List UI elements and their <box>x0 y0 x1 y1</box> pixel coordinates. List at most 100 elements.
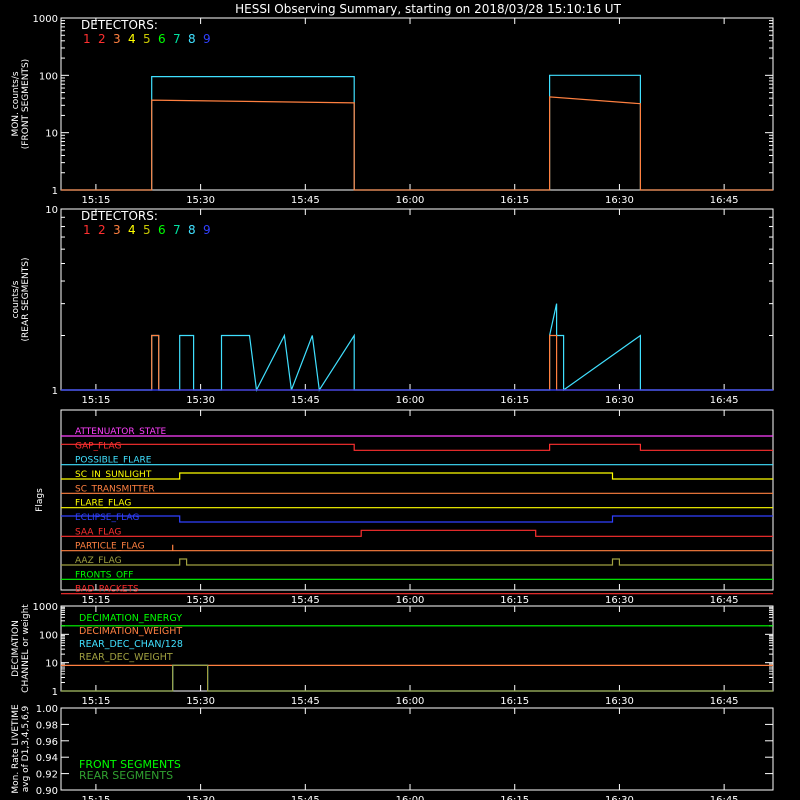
flag-line <box>61 529 773 537</box>
flag-label: FRONTS_OFF <box>75 570 133 580</box>
rear-panel-frame <box>60 208 774 391</box>
x-tick-label: 16:30 <box>605 195 634 206</box>
x-tick-label: 16:00 <box>396 795 425 800</box>
flag-label: ECLIPSE_FLAG <box>75 513 139 523</box>
series-line <box>61 664 773 692</box>
detector-number-5: 5 <box>143 223 151 237</box>
front-panel-frame <box>60 17 774 191</box>
y-tick-label: 100 <box>39 630 58 641</box>
detectors-label: DETECTORS: <box>81 18 158 32</box>
detector-number-8: 8 <box>188 223 196 237</box>
x-tick-label: 16:30 <box>605 696 634 707</box>
x-tick-label: 16:15 <box>500 795 529 800</box>
flags-panel-frame <box>60 409 774 591</box>
flag-label: SC_IN_SUNLIGHT <box>75 470 152 480</box>
flag-line <box>61 544 773 552</box>
x-tick-label: 15:30 <box>186 595 215 606</box>
y-tick-label: 0.96 <box>36 737 58 748</box>
detector-number-9: 9 <box>203 223 211 237</box>
series-line <box>61 74 773 191</box>
x-tick-label: 15:30 <box>186 195 215 206</box>
y-tick-label: 0.90 <box>36 786 58 797</box>
y-tick-label: 1 <box>52 687 58 698</box>
x-tick-label: 16:30 <box>605 795 634 800</box>
y-axis-label: avg of D1,3,4,5,6,9 <box>21 705 31 792</box>
x-tick-label: 16:45 <box>710 795 739 800</box>
x-tick-label: 15:45 <box>291 395 320 406</box>
y-axis-label: Flags <box>35 488 45 512</box>
y-axis-label: Mon. Rate LIVETIME <box>11 704 21 794</box>
flag-label: BAD_PACKETS <box>75 585 139 595</box>
y-tick-label: 1 <box>52 186 58 197</box>
flag-label: AAZ_FLAG <box>75 556 122 566</box>
y-axis-label: (REAR SEGMENTS) <box>21 257 31 341</box>
x-tick-label: 15:45 <box>291 795 320 800</box>
decimation-legend-entry: DECIMATION_ENERGY <box>79 613 182 624</box>
flag-label: PARTICLE_FLAG <box>75 542 145 552</box>
flag-label: GAP_FLAG <box>75 441 121 451</box>
detector-number-4: 4 <box>128 32 136 46</box>
y-tick-label: 1 <box>52 386 58 397</box>
y-tick-label: 100 <box>39 71 58 82</box>
x-tick-label: 15:15 <box>81 795 110 800</box>
y-tick-label: 10 <box>45 659 58 670</box>
x-tick-label: 16:45 <box>710 195 739 206</box>
detector-number-4: 4 <box>128 223 136 237</box>
y-axis-label: (FRONT SEGMENTS) <box>21 59 31 149</box>
x-tick-label: 16:30 <box>605 595 634 606</box>
flag-label: ATTENUATOR_STATE <box>75 427 167 437</box>
x-tick-label: 16:00 <box>396 696 425 707</box>
y-tick-label: 1.00 <box>36 704 58 715</box>
flag-line <box>61 472 773 480</box>
x-tick-label: 15:30 <box>186 696 215 707</box>
observing-summary-figure: HESSI Observing Summary, starting on 201… <box>11 2 774 800</box>
x-tick-label: 15:45 <box>291 195 320 206</box>
x-tick-label: 15:45 <box>291 696 320 707</box>
x-tick-label: 15:45 <box>291 595 320 606</box>
detectors-label: DETECTORS: <box>81 209 158 223</box>
detector-number-6: 6 <box>158 32 166 46</box>
x-tick-label: 16:00 <box>396 395 425 406</box>
detector-number-2: 2 <box>98 32 106 46</box>
decimation-legend-entry: DECIMATION_WEIGHT <box>79 626 182 637</box>
x-tick-label: 16:30 <box>605 395 634 406</box>
y-tick-label: 0.98 <box>36 720 58 731</box>
detector-number-7: 7 <box>173 223 181 237</box>
y-tick-label: 0.92 <box>36 770 58 781</box>
x-tick-label: 16:15 <box>500 195 529 206</box>
x-tick-label: 16:45 <box>710 696 739 707</box>
y-axis-label: MON. counts/s <box>11 71 21 136</box>
decimation-legend-entry: REAR_DEC_CHAN/128 <box>79 639 183 650</box>
x-tick-label: 15:15 <box>81 195 110 206</box>
flag-label: SC_TRANSMITTER <box>75 484 155 494</box>
series-line <box>61 96 773 191</box>
x-tick-label: 15:30 <box>186 395 215 406</box>
detector-number-1: 1 <box>83 32 91 46</box>
x-tick-label: 16:15 <box>500 696 529 707</box>
figure-title: HESSI Observing Summary, starting on 201… <box>235 2 621 16</box>
x-tick-label: 15:15 <box>81 395 110 406</box>
detector-number-1: 1 <box>83 223 91 237</box>
y-tick-label: 0.94 <box>36 753 58 764</box>
detector-number-5: 5 <box>143 32 151 46</box>
flag-label: SAA_FLAG <box>75 527 121 537</box>
x-tick-label: 16:00 <box>396 195 425 206</box>
y-axis-label: CHANNEL or weight <box>21 604 31 693</box>
y-tick-label: 1000 <box>33 602 58 613</box>
x-tick-label: 16:45 <box>710 395 739 406</box>
x-tick-label: 16:15 <box>500 395 529 406</box>
detector-number-2: 2 <box>98 223 106 237</box>
detector-number-3: 3 <box>113 223 121 237</box>
x-tick-label: 15:15 <box>81 696 110 707</box>
series-line <box>61 334 773 391</box>
y-tick-label: 1000 <box>33 14 58 25</box>
y-axis-label: DECIMATION <box>11 620 21 677</box>
flag-line <box>61 443 773 451</box>
flag-label: POSSIBLE_FLARE <box>75 456 152 466</box>
flag-line <box>61 515 773 523</box>
flag-line <box>61 558 773 566</box>
detector-number-3: 3 <box>113 32 121 46</box>
detector-number-9: 9 <box>203 32 211 46</box>
detector-number-6: 6 <box>158 223 166 237</box>
y-tick-label: 10 <box>45 129 58 140</box>
